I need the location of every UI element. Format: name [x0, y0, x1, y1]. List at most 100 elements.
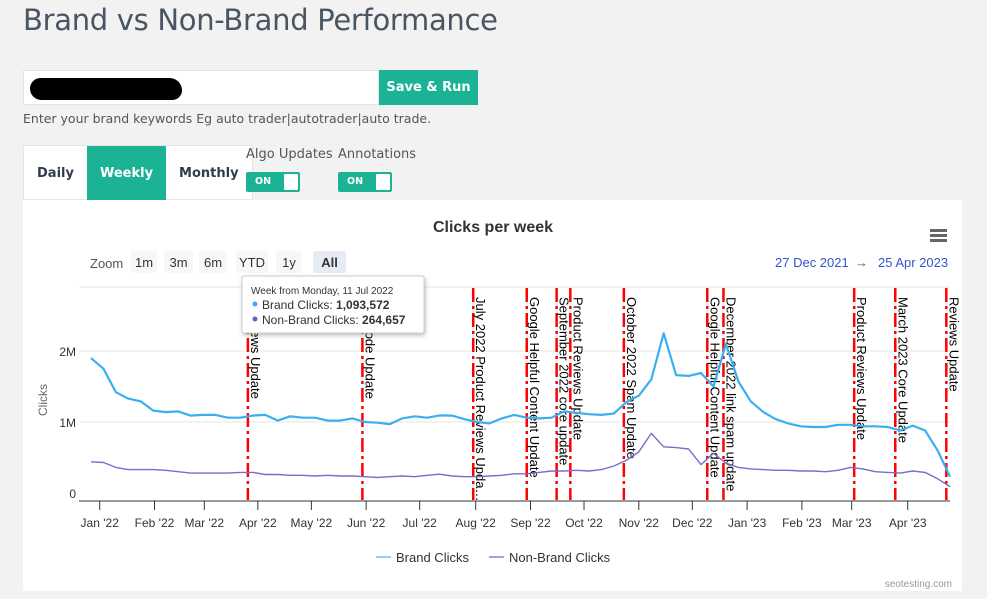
brand-data-point[interactable] [137, 397, 145, 405]
non-brand-data-point[interactable] [448, 472, 456, 480]
brand-data-point[interactable] [324, 417, 332, 425]
non-brand-data-point[interactable] [734, 463, 742, 471]
non-brand-data-point[interactable] [473, 473, 481, 481]
non-brand-data-point[interactable] [124, 466, 132, 474]
non-brand-data-point[interactable] [573, 466, 581, 474]
brand-data-point[interactable] [224, 414, 232, 422]
non-brand-data-point[interactable] [324, 471, 332, 479]
hamburger-menu-icon[interactable] [930, 229, 947, 242]
brand-data-point[interactable] [174, 407, 182, 415]
non-brand-data-point[interactable] [934, 475, 942, 483]
range-from[interactable]: 27 Dec 2021 [775, 255, 849, 270]
non-brand-data-point[interactable] [249, 468, 257, 476]
non-brand-data-point[interactable] [722, 459, 730, 467]
annotation-marker[interactable]: Reviews Update [945, 288, 961, 500]
brand-data-point[interactable] [348, 414, 356, 422]
brand-data-point[interactable] [635, 392, 643, 400]
non-brand-data-point[interactable] [946, 483, 954, 491]
non-brand-data-point[interactable] [199, 469, 207, 477]
non-brand-data-point[interactable] [224, 469, 232, 477]
algo-updates-toggle[interactable]: ON [246, 172, 300, 192]
non-brand-data-point[interactable] [311, 472, 319, 480]
brand-data-point[interactable] [797, 422, 805, 430]
brand-data-point[interactable] [722, 340, 730, 348]
brand-data-point[interactable] [473, 418, 481, 426]
non-brand-data-point[interactable] [423, 471, 431, 479]
non-brand-data-point[interactable] [909, 467, 917, 475]
period-weekly-button[interactable]: Weekly [86, 146, 167, 200]
brand-data-point[interactable] [859, 422, 867, 430]
brand-data-point[interactable] [249, 412, 257, 420]
brand-data-point[interactable] [149, 407, 157, 415]
non-brand-data-point[interactable] [274, 471, 282, 479]
non-brand-data-point[interactable] [286, 471, 294, 479]
annotation-marker[interactable]: July 2022 Product Reviews Upda… [471, 288, 488, 502]
brand-data-point[interactable] [934, 446, 942, 454]
brand-data-point[interactable] [423, 414, 431, 422]
brand-data-point[interactable] [921, 427, 929, 435]
brand-data-point[interactable] [461, 415, 469, 423]
non-brand-data-point[interactable] [784, 466, 792, 474]
non-brand-data-point[interactable] [162, 466, 170, 474]
non-brand-data-point[interactable] [149, 466, 157, 474]
non-brand-data-point[interactable] [535, 468, 543, 476]
non-brand-clicks-line[interactable] [90, 432, 951, 488]
credits-link[interactable]: seotesting.com [885, 579, 952, 590]
non-brand-data-point[interactable] [660, 443, 668, 451]
zoom-button-6m[interactable]: 6m [199, 251, 227, 273]
non-brand-data-point[interactable] [685, 445, 693, 453]
non-brand-data-point[interactable] [635, 448, 643, 456]
brand-data-point[interactable] [336, 417, 344, 425]
non-brand-data-point[interactable] [921, 468, 929, 476]
non-brand-data-point[interactable] [822, 468, 830, 476]
brand-data-point[interactable] [834, 421, 842, 429]
brand-keywords-input[interactable] [23, 70, 379, 105]
brand-data-point[interactable] [896, 427, 904, 435]
brand-data-point[interactable] [809, 423, 817, 431]
non-brand-data-point[interactable] [896, 469, 904, 477]
save-and-run-button[interactable]: Save & Run [379, 70, 478, 105]
range-to[interactable]: 25 Apr 2023 [878, 255, 948, 270]
zoom-button-ytd[interactable]: YTD [236, 251, 268, 273]
non-brand-data-point[interactable] [336, 472, 344, 480]
brand-data-point[interactable] [647, 375, 655, 383]
non-brand-data-point[interactable] [647, 429, 655, 437]
annotation-marker[interactable]: Google Helpful Content Update [706, 288, 722, 500]
brand-data-point[interactable] [697, 369, 705, 377]
zoom-button-3m[interactable]: 3m [164, 251, 193, 273]
brand-data-point[interactable] [212, 411, 220, 419]
non-brand-data-point[interactable] [112, 463, 120, 471]
brand-data-point[interactable] [846, 421, 854, 429]
brand-data-point[interactable] [946, 473, 954, 481]
non-brand-data-point[interactable] [859, 465, 867, 473]
brand-data-point[interactable] [548, 414, 556, 422]
non-brand-data-point[interactable] [759, 466, 767, 474]
brand-data-point[interactable] [710, 383, 718, 391]
brand-data-point[interactable] [523, 414, 531, 422]
brand-data-point[interactable] [124, 395, 132, 403]
brand-data-point[interactable] [436, 411, 444, 419]
annotation-marker[interactable]: March 2023 Core Update [894, 288, 910, 500]
brand-data-point[interactable] [498, 414, 506, 422]
non-brand-data-point[interactable] [398, 472, 406, 480]
zoom-button-1y[interactable]: 1y [276, 251, 302, 273]
brand-data-point[interactable] [187, 412, 195, 420]
brand-data-point[interactable] [398, 414, 406, 422]
non-brand-data-point[interactable] [361, 473, 369, 481]
brand-data-point[interactable] [822, 423, 830, 431]
brand-data-point[interactable] [99, 365, 107, 373]
brand-data-point[interactable] [361, 418, 369, 426]
non-brand-data-point[interactable] [622, 456, 630, 464]
brand-data-point[interactable] [485, 419, 493, 427]
brand-data-point[interactable] [261, 411, 269, 419]
brand-data-point[interactable] [199, 411, 207, 419]
brand-data-point[interactable] [759, 408, 767, 416]
non-brand-data-point[interactable] [348, 472, 356, 480]
brand-data-point[interactable] [909, 422, 917, 430]
brand-data-point[interactable] [747, 397, 755, 405]
non-brand-data-point[interactable] [585, 467, 593, 475]
non-brand-data-point[interactable] [797, 467, 805, 475]
non-brand-data-point[interactable] [137, 466, 145, 474]
brand-data-point[interactable] [411, 412, 419, 420]
legend-item-brand[interactable]: Brand Clicks [376, 550, 469, 565]
